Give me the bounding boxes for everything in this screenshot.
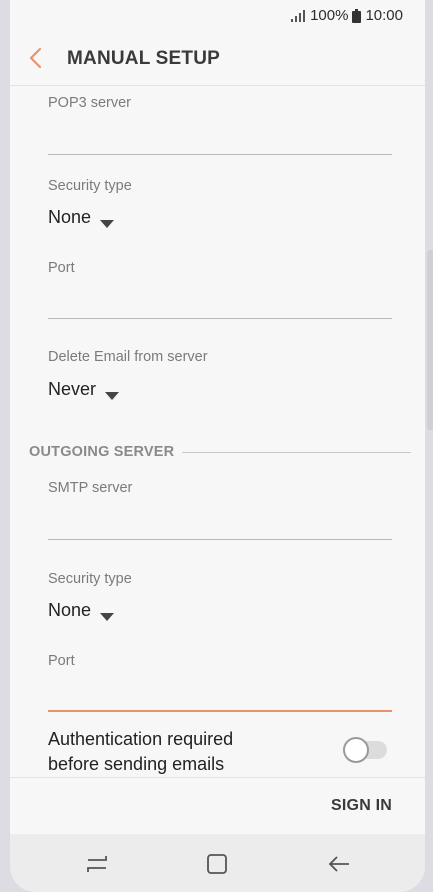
sign-in-button[interactable]: SIGN IN	[331, 797, 392, 815]
outgoing-security-type-label: Security type	[48, 571, 132, 587]
auth-required-line-1: Authentication required	[48, 729, 234, 749]
incoming-port-input[interactable]	[48, 318, 392, 319]
outgoing-server-section-header: OUTGOING SERVER	[29, 444, 411, 460]
device-edge	[427, 250, 433, 430]
delete-email-dropdown[interactable]: Never	[48, 379, 120, 400]
caret-down-icon	[100, 213, 115, 228]
toggle-knob	[343, 737, 369, 763]
smtp-server-input[interactable]	[48, 539, 392, 540]
outgoing-port-input[interactable]	[48, 710, 392, 712]
home-icon	[204, 854, 230, 881]
recent-apps-icon	[84, 856, 110, 881]
section-divider	[182, 451, 411, 453]
caret-down-icon	[105, 385, 120, 400]
footer-bar: SIGN IN	[10, 777, 425, 834]
auth-required-toggle[interactable]	[343, 737, 389, 763]
incoming-port-label: Port	[48, 260, 75, 276]
nav-back-button[interactable]	[326, 851, 352, 877]
auth-required-label: Authentication required before sending e…	[48, 727, 308, 777]
back-icon	[326, 856, 352, 881]
delete-email-label: Delete Email from server	[48, 349, 208, 365]
screen: 100% 10:00 MANUAL SETUP POP3 server Secu…	[10, 0, 425, 892]
chevron-left-icon	[22, 47, 50, 76]
status-indicators: 100% 10:00	[290, 7, 403, 24]
battery-icon	[352, 8, 362, 23]
smtp-server-label: SMTP server	[48, 480, 133, 496]
outgoing-security-type-value: None	[48, 600, 92, 620]
app-bar: MANUAL SETUP	[10, 32, 425, 86]
clock: 10:00	[365, 7, 403, 24]
home-button[interactable]	[204, 851, 230, 877]
incoming-security-type-value: None	[48, 207, 92, 227]
device-frame: 100% 10:00 MANUAL SETUP POP3 server Secu…	[0, 0, 433, 892]
recent-apps-button[interactable]	[84, 851, 110, 877]
outgoing-port-label: Port	[48, 653, 75, 669]
status-bar: 100% 10:00	[10, 0, 425, 32]
auth-required-line-2: before sending emails	[48, 754, 225, 774]
pop3-server-input[interactable]	[48, 154, 392, 155]
section-title: OUTGOING SERVER	[29, 444, 175, 460]
back-button[interactable]	[22, 44, 50, 72]
incoming-security-type-label: Security type	[48, 178, 132, 194]
settings-form: POP3 server Security type None Port Dele…	[10, 87, 425, 777]
delete-email-value: Never	[48, 379, 97, 399]
caret-down-icon	[100, 606, 115, 621]
incoming-security-type-dropdown[interactable]: None	[48, 207, 115, 228]
pop3-server-label: POP3 server	[48, 95, 131, 111]
navigation-bar	[10, 834, 425, 892]
page-title: MANUAL SETUP	[67, 48, 220, 69]
outgoing-security-type-dropdown[interactable]: None	[48, 600, 115, 621]
battery-percent: 100%	[310, 7, 349, 24]
signal-icon	[290, 9, 306, 23]
